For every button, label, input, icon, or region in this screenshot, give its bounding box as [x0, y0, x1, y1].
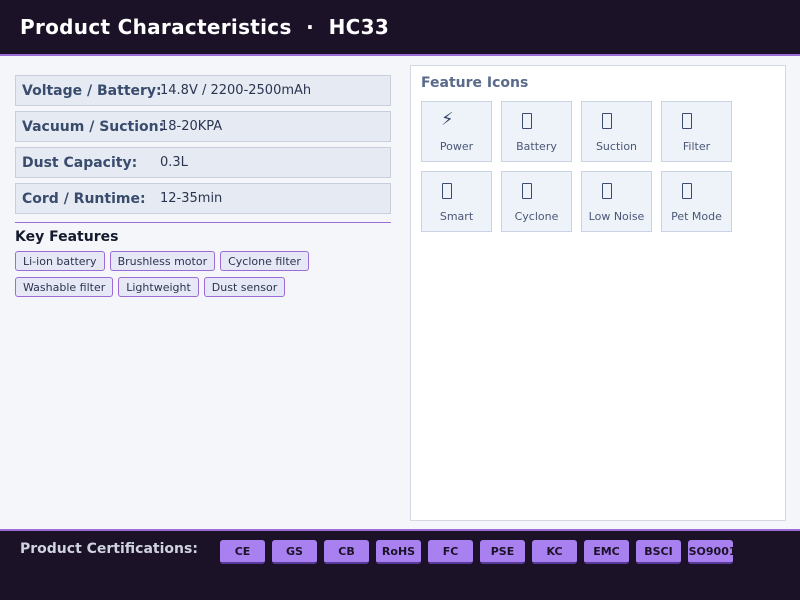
spec-row-dust-capacity: Dust Capacity: 0.3L — [15, 147, 391, 178]
certifications-label: Product Certifications: — [20, 541, 198, 557]
feature-icon-card-power: ⚡ Power — [421, 101, 492, 162]
spec-row-vacuum: Vacuum / Suction: 18-20KPA — [15, 111, 391, 142]
feature-icon-label: Filter — [682, 140, 711, 153]
page-title: Product Characteristics · HC33 — [20, 15, 390, 39]
feature-icons-grid: ⚡ Power Battery Suction Filter Smart Cyc… — [421, 101, 732, 232]
feature-tag: Dust sensor — [203, 277, 286, 297]
spec-label: Vacuum / Suction: — [22, 118, 165, 135]
spec-value: 14.8V / 2200-2500mAh — [160, 83, 312, 98]
feature-tag: Lightweight — [118, 277, 199, 297]
cert-badge-ce: CE — [220, 540, 265, 564]
key-features-tags: Li-ion battery Brushless motor Cyclone f… — [15, 251, 391, 297]
spec-label: Dust Capacity: — [22, 154, 138, 171]
cert-badge-pse: PSE — [480, 540, 525, 564]
cert-badge-bsci: BSCI — [636, 540, 681, 564]
feature-icon-label: Pet Mode — [671, 210, 722, 223]
spec-label: Cord / Runtime: — [22, 190, 146, 207]
cert-badge-rohs: RoHS — [376, 540, 421, 564]
cert-badge-fc: FC — [428, 540, 473, 564]
header-bar: Product Characteristics · HC33 — [0, 0, 800, 56]
cert-badge-gs: GS — [272, 540, 317, 564]
pet-mode-icon — [682, 183, 692, 199]
feature-icon-label: Suction — [595, 140, 638, 153]
feature-icon-card-battery: Battery — [501, 101, 572, 162]
key-features-title: Key Features — [15, 229, 119, 245]
battery-icon — [522, 113, 532, 129]
feature-icon-label: Power — [439, 140, 474, 153]
lightning-icon: ⚡ — [441, 109, 454, 130]
feature-icon-label: Cyclone — [514, 210, 559, 223]
feature-icons-title: Feature Icons — [421, 75, 529, 91]
certifications-bar: Product Certifications: CE GS CB RoHS FC… — [0, 529, 800, 600]
certification-badges: CE GS CB RoHS FC PSE KC EMC BSCI ISO9001 — [220, 540, 733, 564]
feature-tag: Brushless motor — [109, 251, 216, 271]
specs-panel: Voltage / Battery: 14.8V / 2200-2500mAh … — [15, 75, 391, 297]
feature-tag: Cyclone filter — [220, 251, 309, 271]
spec-value: 0.3L — [160, 155, 188, 170]
feature-icons-panel: Feature Icons ⚡ Power Battery Suction Fi… — [410, 65, 786, 521]
spec-value: 18-20KPA — [160, 119, 223, 134]
cyclone-icon — [522, 183, 532, 199]
feature-icon-label: Battery — [516, 140, 557, 153]
spec-row-voltage: Voltage / Battery: 14.8V / 2200-2500mAh — [15, 75, 391, 106]
feature-icon-card-filter: Filter — [661, 101, 732, 162]
cert-badge-cb: CB — [324, 540, 369, 564]
feature-icon-card-suction: Suction — [581, 101, 652, 162]
spec-value: 12-35min — [160, 191, 223, 206]
smart-icon — [442, 183, 452, 199]
feature-icon-card-pet-mode: Pet Mode — [661, 171, 732, 232]
filter-icon — [682, 113, 692, 129]
spec-row-cord-runtime: Cord / Runtime: 12-35min — [15, 183, 391, 214]
feature-icon-label: Smart — [439, 210, 474, 223]
cert-badge-kc: KC — [532, 540, 577, 564]
cert-badge-iso9001: ISO9001 — [688, 540, 733, 564]
feature-icon-card-smart: Smart — [421, 171, 492, 232]
feature-icon-label: Low Noise — [588, 210, 645, 223]
suction-icon — [602, 113, 612, 129]
feature-tag: Washable filter — [15, 277, 114, 297]
spec-label: Voltage / Battery: — [22, 82, 162, 99]
cert-badge-emc: EMC — [584, 540, 629, 564]
low-noise-icon — [602, 183, 612, 199]
feature-tag: Li-ion battery — [15, 251, 105, 271]
feature-icon-card-low-noise: Low Noise — [581, 171, 652, 232]
section-divider — [15, 222, 391, 223]
feature-icon-card-cyclone: Cyclone — [501, 171, 572, 232]
